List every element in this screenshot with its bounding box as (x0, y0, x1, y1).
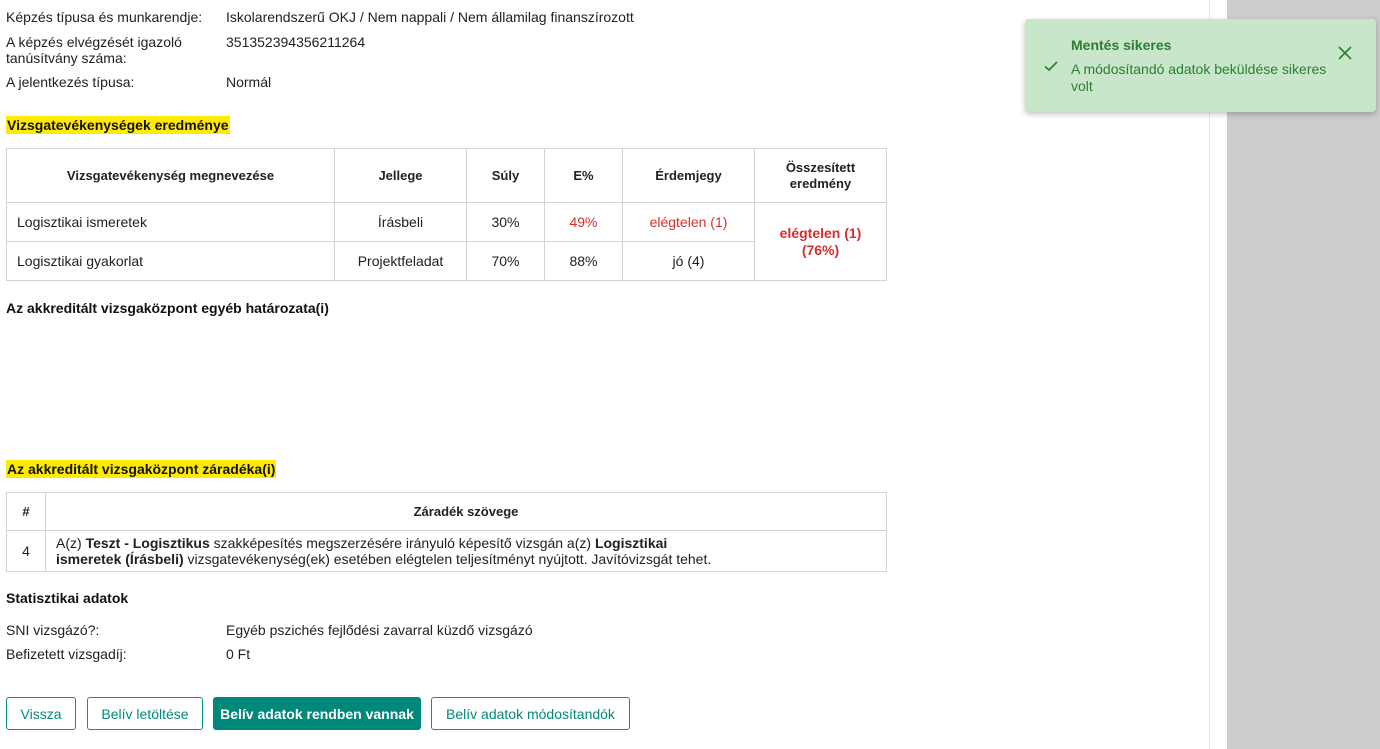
right-panel (1227, 0, 1380, 749)
application-type-label: A jelentkezés típusa: (6, 74, 135, 90)
exam-fee-label: Befizetett vizsgadíj: (6, 646, 127, 662)
certificate-number-label: A képzés elvégzését igazoló tanúsítvány … (6, 34, 182, 66)
row-type: Írásbeli (334, 202, 467, 242)
exam-fee-value: 0 Ft (226, 646, 251, 662)
col-header-type: Jellege (334, 148, 467, 203)
certificate-number-value: 351352394356211264 (226, 34, 366, 50)
row-percent: 88% (544, 241, 623, 281)
total-result: elégtelen (1) (76%) (754, 202, 887, 281)
main-content: Képzés típusa és munkarendje: Iskolarend… (0, 0, 1210, 749)
row-type: Projektfeladat (334, 241, 467, 281)
results-heading: Vizsgatevékenységek eredménye (6, 116, 230, 134)
col-header-total: Összesített eredmény (754, 148, 887, 203)
training-type-value: Iskolarendszerű OKJ / Nem nappali / Nem … (226, 9, 634, 25)
other-decisions-heading: Az akkreditált vizsgaközpont egyéb határ… (6, 300, 329, 316)
clauses-heading: Az akkreditált vizsgaközpont záradéka(i) (6, 460, 277, 478)
table-row: Logisztikai ismeretek Írásbeli 30% 49% e… (6, 202, 887, 281)
row-weight: 70% (466, 241, 545, 281)
application-type-value: Normál (226, 74, 272, 90)
close-icon[interactable] (1335, 43, 1355, 63)
col-header-grade: Érdemjegy (622, 148, 755, 203)
toast-message: A módosítandó adatok beküldése sikeres v… (1071, 61, 1327, 94)
col-header-name: Vizsgatevékenység megnevezése (6, 148, 335, 203)
check-icon (1044, 61, 1058, 72)
success-toast: Mentés sikeres A módosítandó adatok bekü… (1025, 19, 1376, 112)
sni-label: SNI vizsgázó?: (6, 622, 100, 638)
insert-data-modify-button[interactable]: Belív adatok módosítandók (431, 697, 630, 730)
row-grade: elégtelen (1) (622, 202, 755, 242)
insert-data-ok-button[interactable]: Belív adatok rendben vannak (213, 697, 421, 730)
col-header-number: # (6, 492, 46, 531)
results-table: Vizsgatevékenység megnevezése Jellege Sú… (6, 148, 887, 281)
statistics-heading: Statisztikai adatok (6, 590, 129, 606)
clause-number: 4 (6, 530, 46, 572)
sni-value: Egyéb pszichés fejlődési zavarral küzdő … (226, 622, 533, 638)
qualification-name: Teszt - Logisztikus (85, 535, 210, 551)
row-percent: 49% (544, 202, 623, 242)
clauses-header-row: # Záradék szövege (6, 492, 887, 531)
row-name: Logisztikai gyakorlat (6, 241, 335, 281)
toast-title: Mentés sikeres (1071, 37, 1172, 53)
clauses-table: # Záradék szövege 4 A(z) Teszt - Logiszt… (6, 492, 887, 572)
table-row: 4 A(z) Teszt - Logisztikus szakképesítés… (6, 530, 887, 572)
col-header-weight: Súly (466, 148, 545, 203)
download-insert-button[interactable]: Belív letöltése (87, 697, 203, 730)
row-name: Logisztikai ismeretek (6, 202, 335, 242)
training-type-label: Képzés típusa és munkarendje: (6, 9, 203, 25)
scroll-gutter (1210, 0, 1227, 749)
col-header-percent: E% (544, 148, 623, 203)
row-grade: jó (4) (622, 241, 755, 281)
results-header-row: Vizsgatevékenység megnevezése Jellege Sú… (6, 148, 887, 203)
row-weight: 30% (466, 202, 545, 242)
clause-text: A(z) Teszt - Logisztikus szakképesítés m… (45, 530, 887, 572)
col-header-clause-text: Záradék szövege (45, 492, 887, 531)
back-button[interactable]: Vissza (6, 697, 76, 730)
